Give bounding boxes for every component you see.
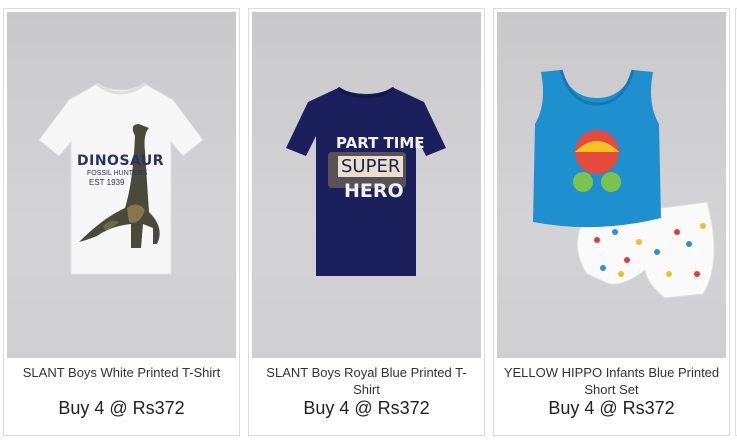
product-image[interactable] <box>497 12 726 358</box>
product-card[interactable]: DINOSAUR FOSSIL HUNTERS EST 1939 SLANT B… <box>3 8 240 436</box>
product-name[interactable]: SLANT Boys White Printed T-Shirt <box>4 364 239 381</box>
print-line1: PART TIME <box>336 134 425 152</box>
product-image[interactable]: PART TIME SUPER HERO <box>252 12 481 358</box>
print-line2: SUPER <box>338 156 404 177</box>
print-line3: EST 1939 <box>89 178 125 187</box>
product-name[interactable]: SLANT Boys Royal Blue Printed T-Shirt <box>249 364 484 398</box>
print-line2: FOSSIL HUNTERS <box>87 170 148 177</box>
product-name[interactable]: YELLOW HIPPO Infants Blue Printed Short … <box>494 364 729 398</box>
product-offer: Buy 4 @ Rs372 <box>303 398 430 418</box>
print-line1: DINOSAUR <box>77 153 165 169</box>
product-image[interactable]: DINOSAUR FOSSIL HUNTERS EST 1939 <box>7 12 236 358</box>
print-line3: HERO <box>344 180 404 202</box>
product-offer: Buy 4 @ Rs372 <box>58 398 185 418</box>
product-offer: Buy 4 @ Rs372 <box>548 398 675 418</box>
product-card[interactable]: PART TIME SUPER HERO SLANT Boys Royal Bl… <box>248 8 485 436</box>
product-grid: DINOSAUR FOSSIL HUNTERS EST 1939 SLANT B… <box>0 0 737 443</box>
product-card[interactable]: YELLOW HIPPO Infants Blue Printed Short … <box>493 8 730 436</box>
